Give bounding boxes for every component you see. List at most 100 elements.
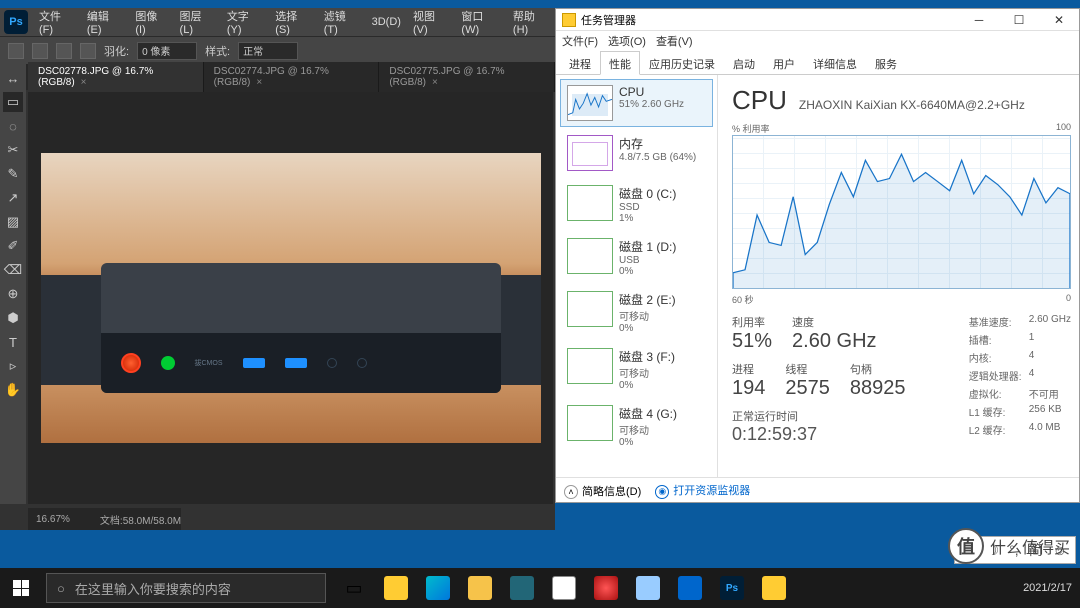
cmos-label: 拔CMOS xyxy=(195,358,223,368)
sidebar-item-disk1[interactable]: 磁盘 1 (D:)USB 0% xyxy=(560,232,713,283)
y-max: 100 xyxy=(1056,122,1071,135)
type-tool-icon[interactable]: T xyxy=(3,332,23,352)
stat-util: 51% xyxy=(732,330,772,353)
zoom-level[interactable]: 16.67% xyxy=(36,514,70,525)
stat-threads: 2575 xyxy=(785,377,830,400)
tab-users[interactable]: 用户 xyxy=(764,51,804,74)
tab-performance[interactable]: 性能 xyxy=(600,51,640,75)
taskbar-app-icon[interactable] xyxy=(376,568,416,608)
menu-view[interactable]: 视图(V) xyxy=(408,6,454,38)
crop-tool-icon[interactable]: ✂ xyxy=(3,140,23,160)
menu-3d[interactable]: 3D(D) xyxy=(367,14,406,30)
stat-uptime: 0:12:59:37 xyxy=(732,424,906,445)
eyedropper-tool-icon[interactable]: ✎ xyxy=(3,164,23,184)
menu-type[interactable]: 文字(Y) xyxy=(222,6,268,38)
brief-toggle[interactable]: ˄简略信息(D) xyxy=(564,483,641,499)
edge-icon[interactable] xyxy=(418,568,458,608)
sidebar-item-disk2[interactable]: 磁盘 2 (E:)可移动 0% xyxy=(560,285,713,340)
tab-services[interactable]: 服务 xyxy=(866,51,906,74)
marquee-tool-icon[interactable]: ▭ xyxy=(3,92,23,112)
start-button[interactable] xyxy=(0,568,42,608)
marquee-tool-icon[interactable] xyxy=(8,43,24,59)
stat-proc: 194 xyxy=(732,377,765,400)
menu-edit[interactable]: 编辑(E) xyxy=(82,6,128,38)
resmon-link[interactable]: ◉打开资源监视器 xyxy=(655,482,750,499)
sidebar-item-disk0[interactable]: 磁盘 0 (C:)SSD 1% xyxy=(560,179,713,230)
cpu-chart[interactable] xyxy=(732,135,1071,289)
close-icon[interactable]: × xyxy=(256,77,262,88)
path-tool-icon[interactable]: ▹ xyxy=(3,356,23,376)
move-tool-icon[interactable]: ↔ xyxy=(3,68,23,88)
disk-thumb-icon xyxy=(567,238,613,274)
perf-detail: CPU ZHAOXIN KaiXian KX-6640MA@2.2+GHz % … xyxy=(718,75,1079,477)
close-button[interactable]: ✕ xyxy=(1039,9,1079,31)
menu-help[interactable]: 帮助(H) xyxy=(508,6,555,38)
tab-startup[interactable]: 启动 xyxy=(724,51,764,74)
tab-details[interactable]: 详细信息 xyxy=(804,51,866,74)
task-manager-window: 任务管理器 ─ ☐ ✕ 文件(F) 选项(O) 查看(V) 进程 性能 应用历史… xyxy=(555,8,1080,503)
brush-tool-icon[interactable]: ↗ xyxy=(3,188,23,208)
taskbar-app-icon[interactable] xyxy=(670,568,710,608)
sidebar-item-disk4[interactable]: 磁盘 4 (G:)可移动 0% xyxy=(560,399,713,454)
pen-tool-icon[interactable]: ⬢ xyxy=(3,308,23,328)
explorer-icon[interactable] xyxy=(460,568,500,608)
close-icon[interactable]: × xyxy=(432,77,438,88)
gradient-tool-icon[interactable]: ⊕ xyxy=(3,284,23,304)
menu-image[interactable]: 图像(I) xyxy=(130,6,172,38)
perf-sidebar[interactable]: CPU51% 2.60 GHz 内存4.8/7.5 GB (64%) 磁盘 0 … xyxy=(556,75,718,477)
menu-select[interactable]: 选择(S) xyxy=(270,6,316,38)
doc-size: 文档:58.0M/58.0M xyxy=(100,512,181,527)
taskmgr-taskbar-icon[interactable] xyxy=(754,568,794,608)
close-icon[interactable]: × xyxy=(81,77,87,88)
hand-tool-icon[interactable]: ✋ xyxy=(3,380,23,400)
taskbar-app-icon[interactable] xyxy=(502,568,542,608)
tab-processes[interactable]: 进程 xyxy=(560,51,600,74)
menu-file[interactable]: 文件(F) xyxy=(34,6,80,38)
eraser-tool-icon[interactable]: ⌫ xyxy=(3,260,23,280)
minimize-button[interactable]: ─ xyxy=(959,9,999,31)
disk-thumb-icon xyxy=(567,291,613,327)
search-box[interactable]: ○ 在这里输入你要搜索的内容 xyxy=(46,573,326,603)
sidebar-item-memory[interactable]: 内存4.8/7.5 GB (64%) xyxy=(560,129,713,177)
doc-tab-1[interactable]: DSC02778.JPG @ 16.7%(RGB/8)× xyxy=(28,62,204,92)
x-left: 60 秒 xyxy=(732,293,754,306)
taskmgr-icon xyxy=(562,13,576,27)
power-button-icon xyxy=(121,353,141,373)
sidebar-item-cpu[interactable]: CPU51% 2.60 GHz xyxy=(560,79,713,127)
tab-history[interactable]: 应用历史记录 xyxy=(640,51,724,74)
tm-menu-view[interactable]: 查看(V) xyxy=(656,33,693,49)
sidebar-item-disk3[interactable]: 磁盘 3 (F:)可移动 0% xyxy=(560,342,713,397)
taskbar-app-icon[interactable] xyxy=(628,568,668,608)
tray-date[interactable]: 2021/2/17 xyxy=(1023,582,1072,594)
photoshop-taskbar-icon[interactable]: Ps xyxy=(712,568,752,608)
pencil-tool-icon[interactable]: ✐ xyxy=(3,236,23,256)
titlebar[interactable]: 任务管理器 ─ ☐ ✕ xyxy=(556,9,1079,31)
system-tray[interactable]: 2021/2/17 xyxy=(1023,582,1080,594)
photoshop-options-bar: 羽化: 0 像素 样式: 正常 xyxy=(0,36,555,64)
selection-mode-icon[interactable] xyxy=(32,43,48,59)
menu-filter[interactable]: 滤镜(T) xyxy=(319,6,365,38)
taskbar-app-icon[interactable] xyxy=(586,568,626,608)
style-select[interactable]: 正常 xyxy=(238,42,298,60)
doc-tab-3[interactable]: DSC02775.JPG @ 16.7%(RGB/8)× xyxy=(379,62,555,92)
tm-menu-options[interactable]: 选项(O) xyxy=(608,33,646,49)
search-placeholder: 在这里输入你要搜索的内容 xyxy=(75,579,231,598)
tm-menu-file[interactable]: 文件(F) xyxy=(562,33,598,49)
feather-input[interactable]: 0 像素 xyxy=(137,42,197,60)
watermark-badge-icon: 值 xyxy=(948,528,984,564)
selection-add-icon[interactable] xyxy=(56,43,72,59)
clone-tool-icon[interactable]: ▨ xyxy=(3,212,23,232)
y-axis-label: % 利用率 xyxy=(732,122,770,135)
x-right: 0 xyxy=(1066,293,1071,306)
task-view-icon[interactable]: ▭ xyxy=(334,568,374,608)
store-icon[interactable] xyxy=(544,568,584,608)
canvas[interactable]: 拔CMOS xyxy=(28,92,553,504)
selection-sub-icon[interactable] xyxy=(80,43,96,59)
maximize-button[interactable]: ☐ xyxy=(999,9,1039,31)
lasso-tool-icon[interactable]: ◌ xyxy=(3,116,23,136)
doc-tab-2[interactable]: DSC02774.JPG @ 16.7%(RGB/8)× xyxy=(204,62,380,92)
menu-window[interactable]: 窗口(W) xyxy=(456,6,506,38)
menu-layer[interactable]: 图层(L) xyxy=(175,6,220,38)
usb-port-icon xyxy=(243,358,265,368)
disk-thumb-icon xyxy=(567,348,613,384)
